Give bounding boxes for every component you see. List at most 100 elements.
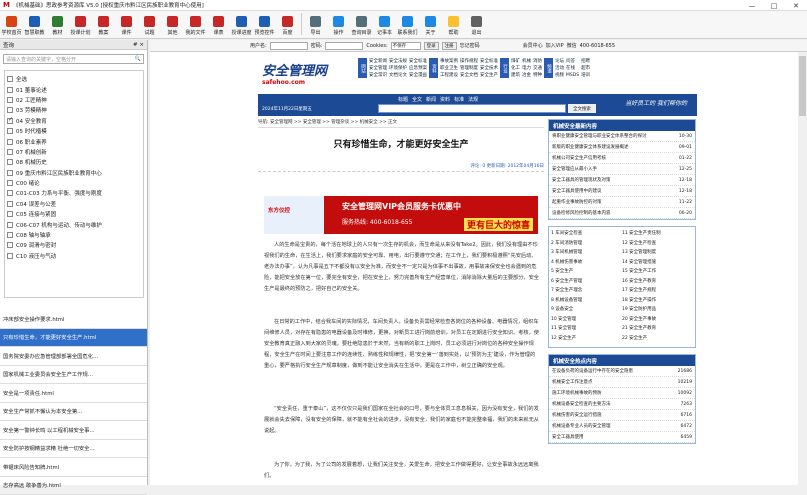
topic-link[interactable]: 21 安全生产教育 (622, 325, 693, 335)
tree-item[interactable]: C09 润滑与密封 (7, 240, 141, 250)
nav-link[interactable]: 机械 (522, 58, 531, 65)
tree-checkbox[interactable] (7, 149, 13, 155)
nav-link[interactable]: 职业卫生 (440, 65, 458, 72)
tree-checkbox[interactable] (7, 242, 13, 248)
tree-checkbox[interactable] (7, 118, 13, 124)
latest-item[interactable]: 机械公司安全生产信用考核01-22 (549, 153, 695, 164)
wechat-link[interactable]: 微信 (567, 42, 577, 49)
toolbar-button-3[interactable]: 授课计划 (69, 11, 92, 38)
nav-link[interactable]: 文档论文 (389, 72, 407, 79)
tree-item[interactable]: C01-C03 力系与平衡、强度与刚度 (7, 188, 141, 198)
hot-item[interactable]: 机械设备专业人员的安全管理6472 (549, 421, 695, 432)
vip-center-link[interactable]: 会员中心 (523, 42, 543, 49)
tree-item[interactable]: 01 董事论述 (7, 84, 141, 94)
tree-checkbox[interactable] (7, 211, 13, 217)
topic-link[interactable]: 3 车间机械管理 (551, 249, 622, 259)
result-item[interactable]: 安全生产常抓不懈认为本安全第… (0, 403, 147, 422)
topic-link[interactable]: 6 安全生产管理 (551, 278, 622, 288)
nav-link[interactable]: 超市 (581, 65, 590, 72)
nav-link[interactable]: 事故案例 (440, 58, 458, 65)
topic-link[interactable]: 8 机械设备管理 (551, 297, 622, 307)
topic-link[interactable]: 9 设备安全 (551, 306, 622, 316)
nav-link[interactable]: 安全技术 (480, 65, 498, 72)
latest-item[interactable]: 起重作业事故防控的对策11-22 (549, 197, 695, 208)
latest-item[interactable]: 将职业健康安全管理与职业安全体系整合的探讨10-30 (549, 131, 695, 142)
toolbar-button-10[interactable]: 授课进度 (230, 11, 253, 38)
nav-link[interactable]: 化工 (511, 65, 520, 72)
tree-checkbox[interactable] (7, 87, 13, 93)
maximize-button[interactable]: □ (763, 0, 785, 11)
nav-link[interactable]: 活动 (555, 65, 564, 72)
tree-checkbox[interactable] (7, 190, 13, 196)
nav-link[interactable]: 交通 (533, 65, 542, 72)
toolbar-button-15[interactable]: 查询目录 (350, 11, 373, 38)
tree-checkbox[interactable] (7, 180, 13, 186)
nav-link[interactable]: 安全常识 (369, 72, 387, 79)
username-field[interactable] (270, 42, 308, 50)
tree-item[interactable]: 02 工匠精神 (7, 95, 141, 105)
latest-item[interactable]: 设备检修风险控制的基本内容06-20 (549, 208, 695, 219)
topic-link[interactable]: 4 机械伤害事故 (551, 259, 622, 269)
topic-link[interactable]: 18 安全生产操作 (622, 297, 693, 307)
tree-checkbox[interactable] (7, 128, 13, 134)
toolbar-button-8[interactable]: 我的文件 (184, 11, 207, 38)
tree-item[interactable]: 06 职业素养 (7, 136, 141, 146)
result-item[interactable]: 只有珍惜生命，才能更好安全生产.html (0, 329, 147, 348)
search-input[interactable]: 请输入查询的关键字，空格分开 🔍 (3, 54, 144, 64)
topic-link[interactable]: 14 安全管理措施 (622, 259, 693, 269)
tree-checkbox[interactable] (7, 76, 13, 82)
latest-item[interactable]: 安全工器具使用中的建议12-18 (549, 186, 695, 197)
topic-link[interactable]: 1 车间安全检查 (551, 230, 622, 240)
topic-link[interactable]: 11 安全管理 (551, 325, 622, 335)
nav-link[interactable]: 电力 (522, 65, 531, 72)
nav-link[interactable]: 操作规程 (460, 58, 478, 65)
result-item[interactable]: 安全第一警钟长鸣 以工程机械安全事… (0, 421, 147, 440)
hot-item[interactable]: 机械设备安全检查的主要方法7263 (549, 399, 695, 410)
toolbar-button-13[interactable]: 导出 (304, 11, 327, 38)
search-icon[interactable]: 🔍 (135, 56, 141, 62)
topic-link[interactable]: 12 安全生产 (551, 335, 622, 345)
nav-link[interactable]: 安全标准 (409, 58, 427, 65)
toolbar-button-17[interactable]: 联系我们 (396, 11, 419, 38)
tree-checkbox[interactable] (7, 222, 13, 228)
tree-item[interactable]: 05 时代楷模 (7, 126, 141, 136)
result-item[interactable]: 冲床部安全操作要求.html (0, 310, 147, 329)
tree-checkbox[interactable] (7, 232, 13, 238)
toolbar-button-11[interactable]: 预览控件 (253, 11, 276, 38)
topic-link[interactable]: 16 安全生产教育 (622, 278, 693, 288)
login-button[interactable]: 登录 (424, 42, 439, 50)
search-tab[interactable]: 法规 (468, 96, 478, 103)
nav-link[interactable]: 应急预案 (409, 65, 427, 72)
nav-link[interactable]: 培训 (581, 72, 590, 79)
topic-link[interactable]: 12 安全生产检查 (622, 240, 693, 250)
result-item[interactable]: 安全是一项责任.html (0, 384, 147, 403)
hot-item[interactable]: 机械安全工作注意点10219 (549, 377, 695, 388)
tree-checkbox[interactable] (7, 97, 13, 103)
forgot-link[interactable]: 忘记密码 (460, 42, 480, 49)
password-field[interactable] (325, 42, 363, 50)
topic-link[interactable]: 22 安全生产 (622, 335, 693, 345)
tree-item[interactable]: C10 液压与气动 (7, 251, 141, 261)
tree-item[interactable]: 08 机械历史 (7, 157, 141, 167)
tree-item[interactable]: C04 误差与公差 (7, 199, 141, 209)
cookies-select[interactable]: 不保存 (391, 42, 421, 50)
tree-item[interactable]: C05 连接与紧固 (7, 209, 141, 219)
register-button[interactable]: 注册 (442, 42, 457, 50)
nav-link[interactable]: 工程建设 (440, 72, 458, 79)
toolbar-button-16[interactable]: 记事本 (373, 11, 396, 38)
search-tab[interactable]: 全文 (412, 96, 422, 103)
toolbar-button-7[interactable]: 其他 (161, 11, 184, 38)
toolbar-button-18[interactable]: 关于 (419, 11, 442, 38)
tree-item[interactable]: 09 重庆市黔江区民族职业教育中心 (7, 168, 141, 178)
tree-item[interactable]: C08 轴与轴承 (7, 230, 141, 240)
latest-item[interactable]: 新版的职业健康安全体系建设发展概述09-01 (549, 142, 695, 153)
nav-link[interactable]: 安全新闻 (369, 58, 387, 65)
result-item[interactable]: 带锯床风险告知牌.html (0, 458, 147, 477)
latest-item[interactable]: 安全工器具的管理现状及对策12-18 (549, 175, 695, 186)
hot-item[interactable]: 安全工器具使用6459 (549, 432, 695, 443)
tree-checkbox[interactable] (7, 139, 13, 145)
nav-link[interactable]: 特种 (533, 72, 542, 79)
topic-link[interactable]: 20 安全生产事故 (622, 316, 693, 326)
vertical-scrollbar[interactable] (798, 52, 807, 485)
nav-link[interactable]: 论坛 (555, 58, 564, 65)
